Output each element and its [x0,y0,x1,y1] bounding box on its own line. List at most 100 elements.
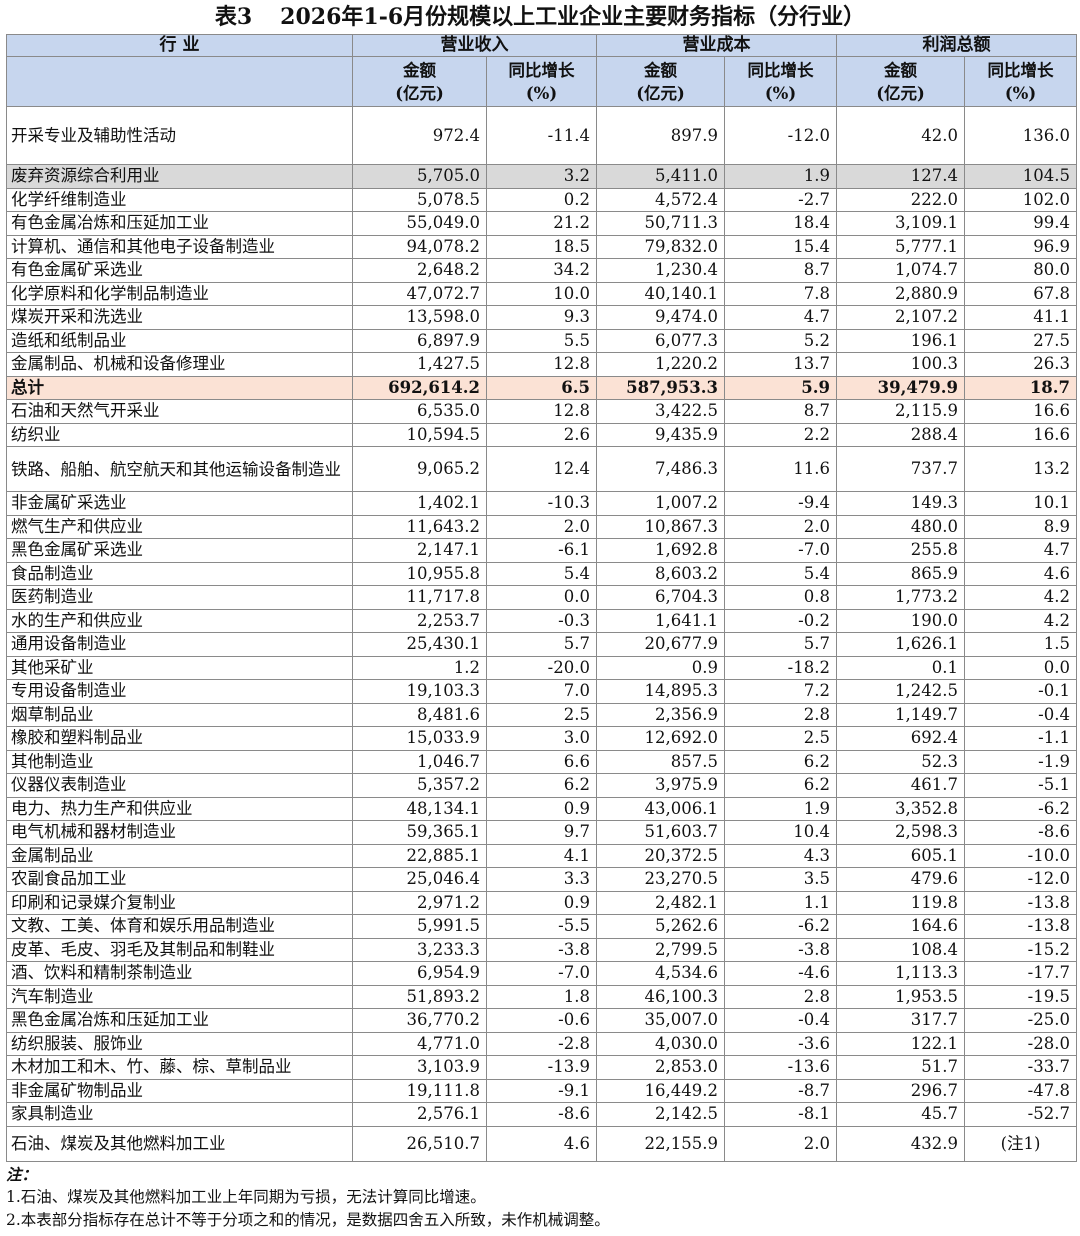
cost-growth-cell: 4.7 [724,305,837,330]
table-row: 专用设备制造业 19,103.3 7.0 14,895.3 7.2 1,242.5 -0.1 [6,679,1077,704]
cost-amount-cell: 43,006.1 [596,796,725,821]
revenue-amount-cell: 2,971.2 [352,890,487,915]
profit-growth-cell: 16.6 [964,399,1077,424]
cost-amount-cell: 20,677.9 [596,632,725,657]
profit-growth-cell: 13.2 [964,446,1077,492]
cost-growth-header: 同比增长 (%) [724,56,837,107]
cost-amount-cell: 1,692.8 [596,538,725,563]
cost-amount-cell: 46,100.3 [596,984,725,1009]
profit-growth-cell: -0.1 [964,679,1077,704]
profit-growth-cell: -17.7 [964,961,1077,986]
financial-indicators-table: 行 业 营业收入 营业成本 利润总额 金额 (亿元) 同比增长 (%) 金额 (亿元)… [6,34,1077,1162]
revenue-growth-cell: -6.1 [486,538,597,563]
revenue-amount-cell: 2,576.1 [352,1102,487,1127]
cost-amount-cell: 5,411.0 [596,164,725,189]
revenue-growth-cell: 3.0 [486,726,597,751]
revenue-growth-cell: -9.1 [486,1078,597,1103]
industry-name-cell: 废弃资源综合利用业 [6,164,353,189]
table-row: 非金属矿采选业 1,402.1 -10.3 1,007.2 -9.4 149.3 10.1 [6,491,1077,516]
profit-amount-cell: 149.3 [836,491,965,516]
revenue-header: 营业收入 [352,34,597,57]
revenue-amount-cell: 94,078.2 [352,234,487,259]
table-row: 石油、煤炭及其他燃料加工业 26,510.7 4.6 22,155.9 2.0 432.9… [6,1125,1077,1162]
profit-growth-cell: -1.9 [964,749,1077,774]
cost-amount-cell: 2,482.1 [596,890,725,915]
revenue-growth-cell: 7.0 [486,679,597,704]
profit-amount-cell: 432.9 [836,1125,965,1162]
profit-amount-cell: 479.6 [836,867,965,892]
cost-growth-cell: -8.1 [724,1102,837,1127]
table-row: 通用设备制造业 25,430.1 5.7 20,677.9 5.7 1,626.1 1.5 [6,632,1077,657]
profit-growth-cell: -25.0 [964,1008,1077,1033]
profit-growth-cell: 1.5 [964,632,1077,657]
profit-growth-cell: 104.5 [964,164,1077,189]
cost-growth-cell: 8.7 [724,399,837,424]
revenue-amount-cell: 10,594.5 [352,422,487,447]
profit-growth-cell: -5.1 [964,773,1077,798]
profit-amount-cell: 1,953.5 [836,984,965,1009]
cost-growth-cell: 7.8 [724,281,837,306]
cost-growth-cell: 1.9 [724,164,837,189]
cost-growth-cell: 11.6 [724,446,837,492]
table-row: 其他制造业 1,046.7 6.6 857.5 6.2 52.3 -1.9 [6,749,1077,774]
revenue-amount-cell: 5,078.5 [352,187,487,212]
table-row: 水的生产和供应业 2,253.7 -0.3 1,641.1 -0.2 190.0 4.2 [6,608,1077,633]
revenue-growth-cell: -7.0 [486,961,597,986]
notes-title: 注： [6,1165,38,1184]
cost-amount-cell: 1,230.4 [596,258,725,283]
cost-growth-cell: 1.9 [724,796,837,821]
cost-amount-cell: 6,704.3 [596,585,725,610]
revenue-amount-cell: 2,253.7 [352,608,487,633]
industry-name-cell: 计算机、通信和其他电子设备制造业 [6,234,353,259]
cost-amount-cell: 50,711.3 [596,211,725,236]
profit-amount-cell: 865.9 [836,561,965,586]
profit-amount-cell: 605.1 [836,843,965,868]
industry-header: 行 业 [6,34,353,57]
industry-name-cell: 电力、热力生产和供应业 [6,796,353,821]
profit-amount-cell: 1,626.1 [836,632,965,657]
revenue-amount-cell: 22,885.1 [352,843,487,868]
industry-name-cell: 食品制造业 [6,561,353,586]
table-row: 汽车制造业 51,893.2 1.8 46,100.3 2.8 1,953.5 -19.5 [6,984,1077,1009]
cost-growth-cell: 7.2 [724,679,837,704]
table-row: 电气机械和器材制造业 59,365.1 9.7 51,603.7 10.4 2,598.3… [6,820,1077,845]
table-row: 医药制造业 11,717.8 0.0 6,704.3 0.8 1,773.2 4.2 [6,585,1077,610]
profit-growth-cell: 27.5 [964,328,1077,353]
revenue-growth-cell: 6.5 [486,375,597,400]
table-row: 化学纤维制造业 5,078.5 0.2 4,572.4 -2.7 222.0 102.0 [6,187,1077,212]
table-row: 燃气生产和供应业 11,643.2 2.0 10,867.3 2.0 480.0 8.9 [6,514,1077,539]
revenue-growth-cell: 0.0 [486,585,597,610]
note-1: 1.石油、煤炭及其他燃料加工业上年同期为亏损，无法计算同比增速。 [6,1188,486,1206]
revenue-amount-cell: 6,954.9 [352,961,487,986]
profit-amount-cell: 2,115.9 [836,399,965,424]
cost-amount-cell: 5,262.6 [596,914,725,939]
revenue-amount-cell: 3,233.3 [352,937,487,962]
industry-name-cell: 印刷和记录媒介复制业 [6,890,353,915]
cost-amount-cell: 23,270.5 [596,867,725,892]
revenue-amount-cell: 2,147.1 [352,538,487,563]
revenue-growth-header: 同比增长 (%) [486,56,597,107]
cost-amount-cell: 20,372.5 [596,843,725,868]
revenue-amount-cell: 4,771.0 [352,1031,487,1056]
industry-name-cell: 有色金属矿采选业 [6,258,353,283]
table-title: 表3 2026年1-6月份规模以上工业企业主要财务指标（分行业） [0,0,1080,34]
revenue-amount-cell: 13,598.0 [352,305,487,330]
table-row: 非金属矿物制品业 19,111.8 -9.1 16,449.2 -8.7 296.7 -47… [6,1078,1077,1103]
table-row: 食品制造业 10,955.8 5.4 8,603.2 5.4 865.9 4.6 [6,561,1077,586]
revenue-growth-cell: 4.1 [486,843,597,868]
cost-amount-cell: 0.9 [596,655,725,680]
cost-amount-cell: 1,220.2 [596,352,725,377]
revenue-growth-cell: -0.6 [486,1008,597,1033]
industry-name-cell: 非金属矿采选业 [6,491,353,516]
revenue-amount-cell: 10,955.8 [352,561,487,586]
cost-amount-cell: 1,641.1 [596,608,725,633]
revenue-growth-cell: 10.0 [486,281,597,306]
revenue-amount-cell: 1,427.5 [352,352,487,377]
cost-amount-cell: 12,692.0 [596,726,725,751]
cost-amount-cell: 8,603.2 [596,561,725,586]
profit-growth-cell: -1.1 [964,726,1077,751]
revenue-amount-cell: 1.2 [352,655,487,680]
table-row: 文教、工美、体育和娱乐用品制造业 5,991.5 -5.5 5,262.6 -6.2 16… [6,914,1077,939]
profit-growth-cell: 67.8 [964,281,1077,306]
profit-amount-cell: 255.8 [836,538,965,563]
